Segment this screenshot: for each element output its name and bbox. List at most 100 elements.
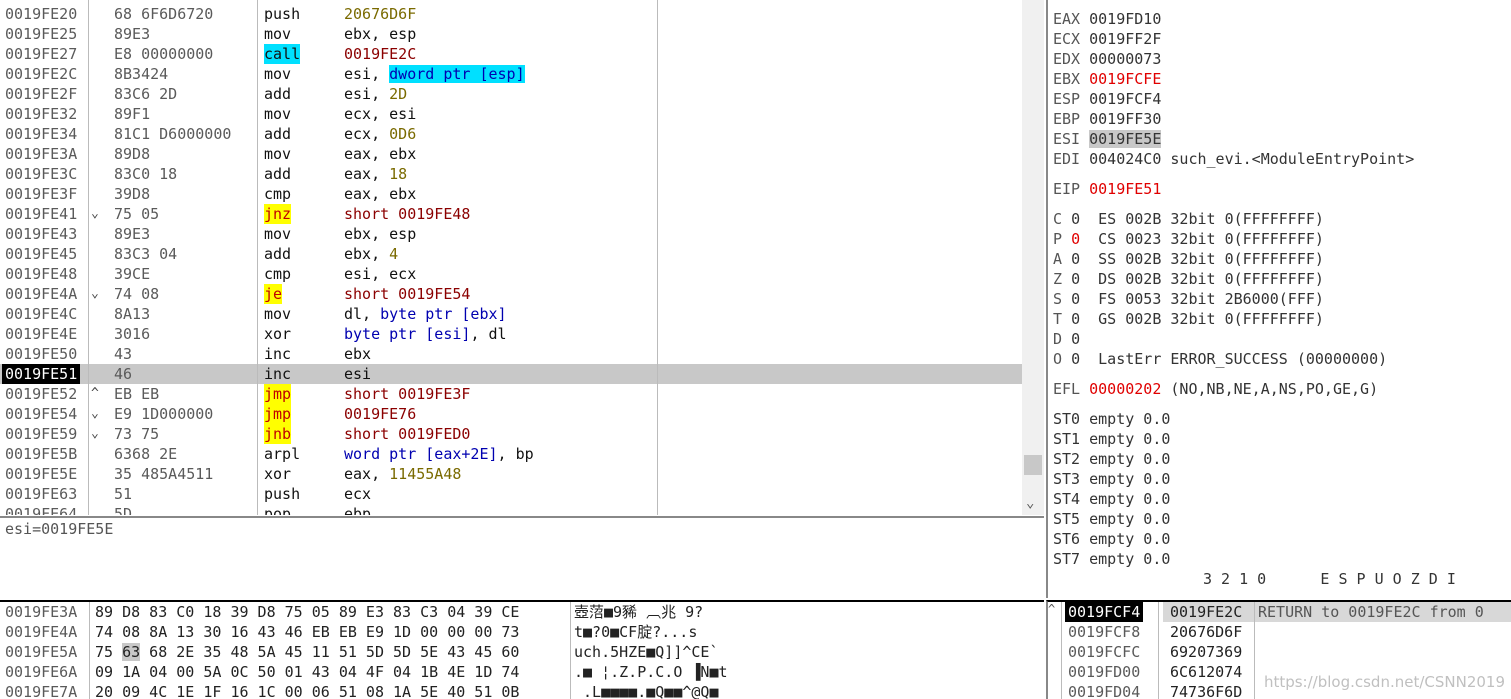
stack-row[interactable]: 0019FCF4 0019FE2C RETURN to 0019FE2C from … (1048, 602, 1511, 622)
instruction-address[interactable]: 0019FE3F (5, 184, 77, 204)
disasm-row[interactable]: 0019FE59 ⌄ 73 75 jnb short 0019FED0 (0, 424, 1022, 444)
stack-value[interactable]: 0019FE2C (1170, 602, 1242, 622)
stack-address[interactable]: 0019FD04 (1068, 682, 1140, 699)
stack-value[interactable]: 20676D6F (1170, 622, 1242, 642)
instruction-address[interactable]: 0019FE2C (5, 64, 77, 84)
register-value[interactable]: 0019FD10 (1089, 10, 1161, 28)
register-value[interactable]: 00000202 (1089, 380, 1161, 398)
instruction-address[interactable]: 0019FE59 (5, 424, 77, 444)
flag-d[interactable]: D 0 (1053, 329, 1080, 349)
register-edx[interactable]: EDX 00000073 (1053, 49, 1161, 69)
disasm-row[interactable]: 0019FE27 E8 00000000 call 0019FE2C (0, 44, 1022, 64)
dump-address[interactable]: 0019FE5A (5, 642, 77, 662)
instruction-address[interactable]: 0019FE50 (5, 344, 77, 364)
stack-value[interactable]: 6C612074 (1170, 662, 1242, 682)
disasm-row[interactable]: 0019FE3F 39D8 cmp eax, ebx (0, 184, 1022, 204)
register-efl[interactable]: EFL 00000202 (NO,NB,NE,A,NS,PO,GE,G) (1053, 379, 1378, 399)
disasm-row[interactable]: 0019FE45 83C3 04 add ebx, 4 (0, 244, 1022, 264)
disasm-row[interactable]: 0019FE2F 83C6 2D add esi, 2D (0, 84, 1022, 104)
disasm-row[interactable]: 0019FE5E 35 485A4511 xor eax, 11455A48 (0, 464, 1022, 484)
disasm-row[interactable]: 0019FE5B 6368 2E arpl word ptr [eax+2E], bp (0, 444, 1022, 464)
disassembly-scroll-thumb[interactable] (1024, 455, 1042, 475)
disasm-row[interactable]: 0019FE63 51 push ecx (0, 484, 1022, 504)
instruction-address[interactable]: 0019FE52 (5, 384, 77, 404)
flag-value[interactable]: 0 (1071, 350, 1080, 368)
disasm-row[interactable]: 0019FE4E 3016 xor byte ptr [esi], dl (0, 324, 1022, 344)
instruction-address[interactable]: 0019FE3A (5, 144, 77, 164)
register-esp[interactable]: ESP 0019FCF4 (1053, 89, 1161, 109)
disassembly-pane[interactable]: 0019FE20 68 6F6D6720 push 20676D6F 0019FE25 8… (0, 0, 1022, 515)
stack-address[interactable]: 0019FD00 (1068, 662, 1140, 682)
instruction-address[interactable]: 0019FE45 (5, 244, 77, 264)
disasm-row[interactable]: 0019FE54 ⌄ E9 1D000000 jmp 0019FE76 (0, 404, 1022, 424)
instruction-address[interactable]: 0019FE4C (5, 304, 77, 324)
instruction-address[interactable]: 0019FE64 (5, 504, 77, 515)
stack-address[interactable]: 0019FCFC (1068, 642, 1140, 662)
flag-value[interactable]: 0 (1071, 330, 1080, 348)
instruction-address[interactable]: 0019FE63 (5, 484, 77, 504)
dump-hex-bytes[interactable]: 20 09 4C 1E 1F 16 1C 00 06 51 08 1A 5E 4… (95, 682, 519, 699)
flag-value[interactable]: 0 (1071, 270, 1080, 288)
fpu-status-footer[interactable]: 3 2 1 0 E S P U O Z D I (1203, 569, 1456, 589)
flag-value[interactable]: 0 (1071, 310, 1080, 328)
dump-hex-bytes[interactable]: 89 D8 83 C0 18 39 D8 75 05 89 E3 83 C3 0… (95, 602, 519, 622)
disasm-row[interactable]: 0019FE34 81C1 D6000000 add ecx, 0D6 (0, 124, 1022, 144)
disasm-row[interactable]: 0019FE43 89E3 mov ebx, esp (0, 224, 1022, 244)
disasm-row[interactable]: 0019FE50 43 inc ebx (0, 344, 1022, 364)
flag-value[interactable]: 0 (1071, 290, 1080, 308)
register-value[interactable]: 0019FCFE (1089, 70, 1161, 88)
dump-address[interactable]: 0019FE3A (5, 602, 77, 622)
dump-hex-bytes[interactable]: 75 63 68 2E 35 48 5A 45 11 51 5D 5D 5E 4… (95, 642, 519, 662)
flag-s[interactable]: S 0 FS 0053 32bit 2B6000(FFF) (1053, 289, 1324, 309)
fpu-register[interactable]: ST0 empty 0.0 (1053, 409, 1170, 429)
instruction-address[interactable]: 0019FE54 (5, 404, 77, 424)
disasm-row[interactable]: 0019FE2C 8B3424 mov esi, dword ptr [esp] (0, 64, 1022, 84)
instruction-address[interactable]: 0019FE34 (5, 124, 77, 144)
flag-z[interactable]: Z 0 DS 002B 32bit 0(FFFFFFFF) (1053, 269, 1324, 289)
register-value[interactable]: 00000073 (1089, 50, 1161, 68)
flag-value[interactable]: 0 (1071, 250, 1080, 268)
disasm-row[interactable]: 0019FE48 39CE cmp esi, ecx (0, 264, 1022, 284)
instruction-address[interactable]: 0019FE43 (5, 224, 77, 244)
flag-o[interactable]: O 0 LastErr ERROR_SUCCESS (00000000) (1053, 349, 1387, 369)
instruction-address[interactable]: 0019FE25 (5, 24, 77, 44)
register-ebp[interactable]: EBP 0019FF30 (1053, 109, 1161, 129)
fpu-register[interactable]: ST6 empty 0.0 (1053, 529, 1170, 549)
flag-a[interactable]: A 0 SS 002B 32bit 0(FFFFFFFF) (1053, 249, 1324, 269)
dump-address[interactable]: 0019FE7A (5, 682, 77, 699)
register-eip[interactable]: EIP 0019FE51 (1053, 179, 1161, 199)
register-eax[interactable]: EAX 0019FD10 (1053, 9, 1161, 29)
instruction-address[interactable]: 0019FE2F (5, 84, 77, 104)
registers-pane[interactable]: EAX 0019FD10 ECX 0019FF2F EDX 00000073 EBX … (1046, 0, 1511, 598)
stack-row[interactable]: 0019FCFC 69207369 (1048, 642, 1511, 662)
dump-address[interactable]: 0019FE4A (5, 622, 77, 642)
stack-address[interactable]: 0019FCF4 (1065, 602, 1144, 622)
instruction-address[interactable]: 0019FE27 (5, 44, 77, 64)
dump-address[interactable]: 0019FE6A (5, 662, 77, 682)
flag-p[interactable]: P 0 CS 0023 32bit 0(FFFFFFFF) (1053, 229, 1324, 249)
disasm-row[interactable]: 0019FE32 89F1 mov ecx, esi (0, 104, 1022, 124)
stack-value[interactable]: 74736F6D (1170, 682, 1242, 699)
fpu-register[interactable]: ST5 empty 0.0 (1053, 509, 1170, 529)
disasm-row[interactable]: 0019FE41 ⌄ 75 05 jnz short 0019FE48 (0, 204, 1022, 224)
disasm-row[interactable]: 0019FE4A ⌄ 74 08 je short 0019FE54 (0, 284, 1022, 304)
flag-value[interactable]: 0 (1071, 230, 1080, 248)
instruction-address[interactable]: 0019FE41 (5, 204, 77, 224)
disassembly-scrollbar[interactable] (1022, 0, 1044, 515)
fpu-register[interactable]: ST2 empty 0.0 (1053, 449, 1170, 469)
fpu-register[interactable]: ST3 empty 0.0 (1053, 469, 1170, 489)
fpu-register[interactable]: ST7 empty 0.0 (1053, 549, 1170, 569)
register-esi[interactable]: ESI 0019FE5E (1053, 129, 1162, 149)
flag-c[interactable]: C 0 ES 002B 32bit 0(FFFFFFFF) (1053, 209, 1324, 229)
stack-address[interactable]: 0019FCF8 (1068, 622, 1140, 642)
disasm-row[interactable]: 0019FE52 ^ EB EB jmp short 0019FE3F (0, 384, 1022, 404)
fpu-register[interactable]: ST1 empty 0.0 (1053, 429, 1170, 449)
instruction-address[interactable]: 0019FE5E (5, 464, 77, 484)
dump-hex-bytes[interactable]: 74 08 8A 13 30 16 43 46 EB EB E9 1D 00 0… (95, 622, 519, 642)
memory-dump-pane[interactable]: 0019FE3A 89 D8 83 C0 18 39 D8 75 05 89 E3… (0, 600, 1044, 699)
dump-hex-bytes[interactable]: 09 1A 04 00 5A 0C 50 01 43 04 4F 04 1B 4… (95, 662, 519, 682)
scroll-up-chevron-icon[interactable]: ^ (1048, 602, 1055, 616)
register-value[interactable]: 004024C0 (1089, 150, 1161, 168)
disasm-row[interactable]: 0019FE3A 89D8 mov eax, ebx (0, 144, 1022, 164)
register-value[interactable]: 0019FF30 (1089, 110, 1161, 128)
